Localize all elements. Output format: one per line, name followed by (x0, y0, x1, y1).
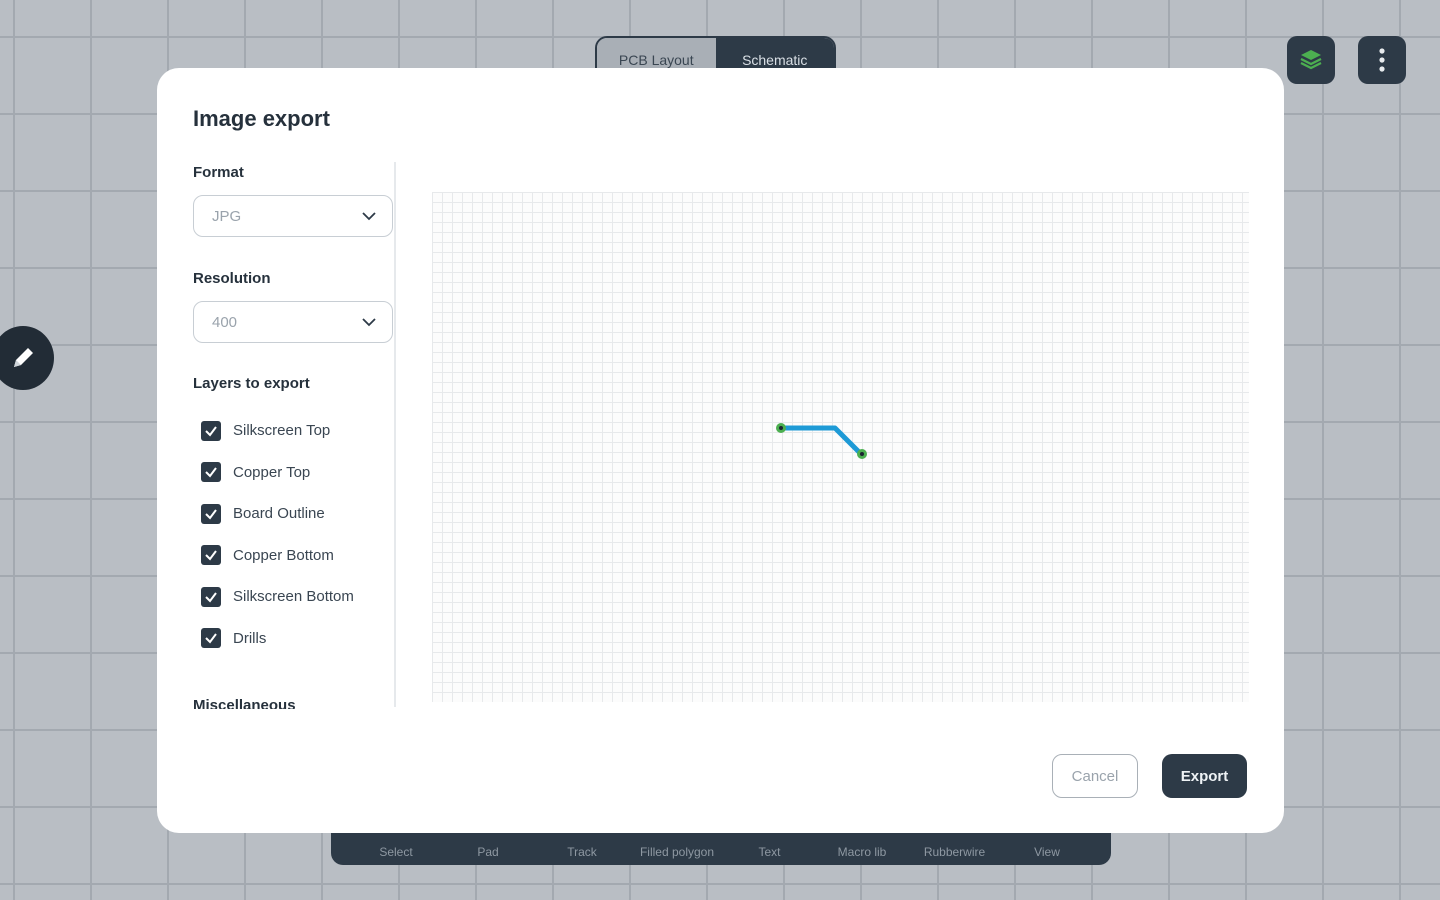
layer-label: Drills (233, 629, 267, 647)
cancel-button[interactable]: Cancel (1052, 754, 1138, 798)
export-options-panel[interactable]: Format JPG Resolution 400 Layers to expo… (193, 164, 398, 709)
checkbox-checked[interactable] (201, 503, 221, 524)
copper-trace (778, 425, 863, 456)
drill-hole (779, 426, 783, 430)
tool-filled-polygon[interactable]: Filled polygon (637, 845, 717, 859)
chevron-down-icon (362, 318, 376, 327)
chevron-down-icon (362, 212, 376, 221)
layer-option-board-outline[interactable]: Board Outline (193, 493, 398, 535)
layer-label: Silkscreen Top (233, 422, 331, 440)
preview-drawing (776, 423, 867, 459)
drill-hole (860, 452, 864, 456)
checkbox-checked[interactable] (201, 462, 221, 483)
tool-select[interactable]: Select (343, 845, 449, 859)
checkbox-checked[interactable] (201, 545, 221, 566)
more-vertical-icon (1379, 48, 1385, 72)
layer-option-silkscreen-bottom[interactable]: Silkscreen Bottom (193, 576, 398, 618)
layer-option-copper-bottom[interactable]: Copper Bottom (193, 535, 398, 577)
resolution-label: Resolution (193, 270, 271, 287)
format-value: JPG (212, 207, 242, 225)
tool-macro-lib[interactable]: Macro lib (822, 845, 902, 859)
resolution-select[interactable]: 400 (193, 301, 393, 343)
layer-option-silkscreen-top[interactable]: Silkscreen Top (193, 410, 398, 452)
layer-label: Board Outline (233, 505, 325, 523)
image-export-dialog: Image export Format JPG Resolution 400 L… (157, 68, 1284, 833)
layers-list: Silkscreen Top Copper Top Board Outline … (193, 410, 398, 659)
edit-button[interactable] (0, 326, 54, 390)
pencil-icon (14, 348, 33, 367)
layers-to-export-label: Layers to export (193, 375, 310, 392)
layer-label: Silkscreen Bottom (233, 588, 354, 606)
export-preview (432, 192, 1249, 702)
format-select[interactable]: JPG (193, 195, 393, 237)
layers-button[interactable] (1287, 36, 1335, 84)
resolution-value: 400 (212, 313, 238, 331)
layer-label: Copper Top (233, 463, 311, 481)
tool-track[interactable]: Track (527, 845, 637, 859)
checkbox-checked[interactable] (201, 586, 221, 607)
layer-option-copper-top[interactable]: Copper Top (193, 452, 398, 494)
layers-icon (1300, 50, 1322, 70)
checkbox-checked[interactable] (201, 420, 221, 441)
format-label: Format (193, 164, 244, 181)
layer-label: Copper Bottom (233, 546, 334, 564)
layer-option-drills[interactable]: Drills (193, 618, 398, 660)
checkbox-checked[interactable] (201, 628, 221, 649)
panel-divider (394, 162, 396, 707)
tool-text[interactable]: Text (717, 845, 822, 859)
tool-pad[interactable]: Pad (449, 845, 527, 859)
more-menu-button[interactable] (1358, 36, 1406, 84)
dialog-title: Image export (193, 106, 330, 131)
export-button[interactable]: Export (1162, 754, 1247, 798)
tool-rubberwire[interactable]: Rubberwire (902, 845, 1007, 859)
miscellaneous-label: Miscellaneous (193, 697, 296, 709)
tool-view[interactable]: View (1007, 845, 1087, 859)
